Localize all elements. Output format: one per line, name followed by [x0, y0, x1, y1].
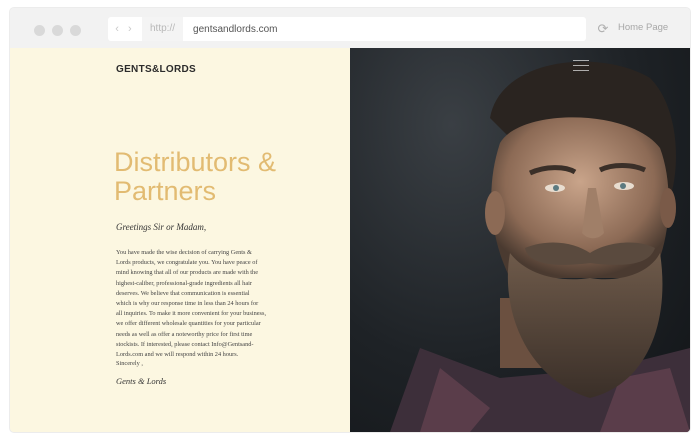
hamburger-icon[interactable]: [573, 60, 589, 75]
signoff-text: Sincerely ,: [116, 360, 143, 367]
body-paragraph: You have made the wise decision of carry…: [116, 249, 267, 359]
browser-window: ‹ › http:// gentsandlords.com ⟳ Home Pag…: [10, 8, 690, 432]
browser-toolbar: ‹ › http:// gentsandlords.com ⟳ Home Pag…: [10, 8, 690, 48]
site-logo[interactable]: GENTS&LORDS: [116, 64, 196, 75]
hero-image: [350, 48, 690, 432]
window-close-dot[interactable]: [34, 25, 45, 36]
url-text[interactable]: gentsandlords.com: [183, 24, 278, 35]
window-minimize-dot[interactable]: [52, 25, 63, 36]
page-title: Distributors & Partners: [114, 147, 277, 206]
url-protocol: http://: [142, 17, 184, 41]
bearded-man-portrait: [390, 61, 690, 432]
window-maximize-dot[interactable]: [70, 25, 81, 36]
nav-arrows-icon[interactable]: ‹ ›: [108, 23, 142, 35]
content-panel: GENTS&LORDS Distributors & Partners Gree…: [10, 48, 350, 432]
address-bar[interactable]: ‹ › http:// gentsandlords.com: [108, 17, 586, 41]
greeting-text: Greetings Sir or Madam,: [116, 222, 207, 232]
refresh-icon[interactable]: ⟳: [595, 21, 611, 37]
home-page-link[interactable]: Home Page: [618, 22, 668, 33]
signature-text: Gents & Lords: [116, 376, 167, 386]
page-content: GENTS&LORDS Distributors & Partners Gree…: [10, 48, 690, 432]
